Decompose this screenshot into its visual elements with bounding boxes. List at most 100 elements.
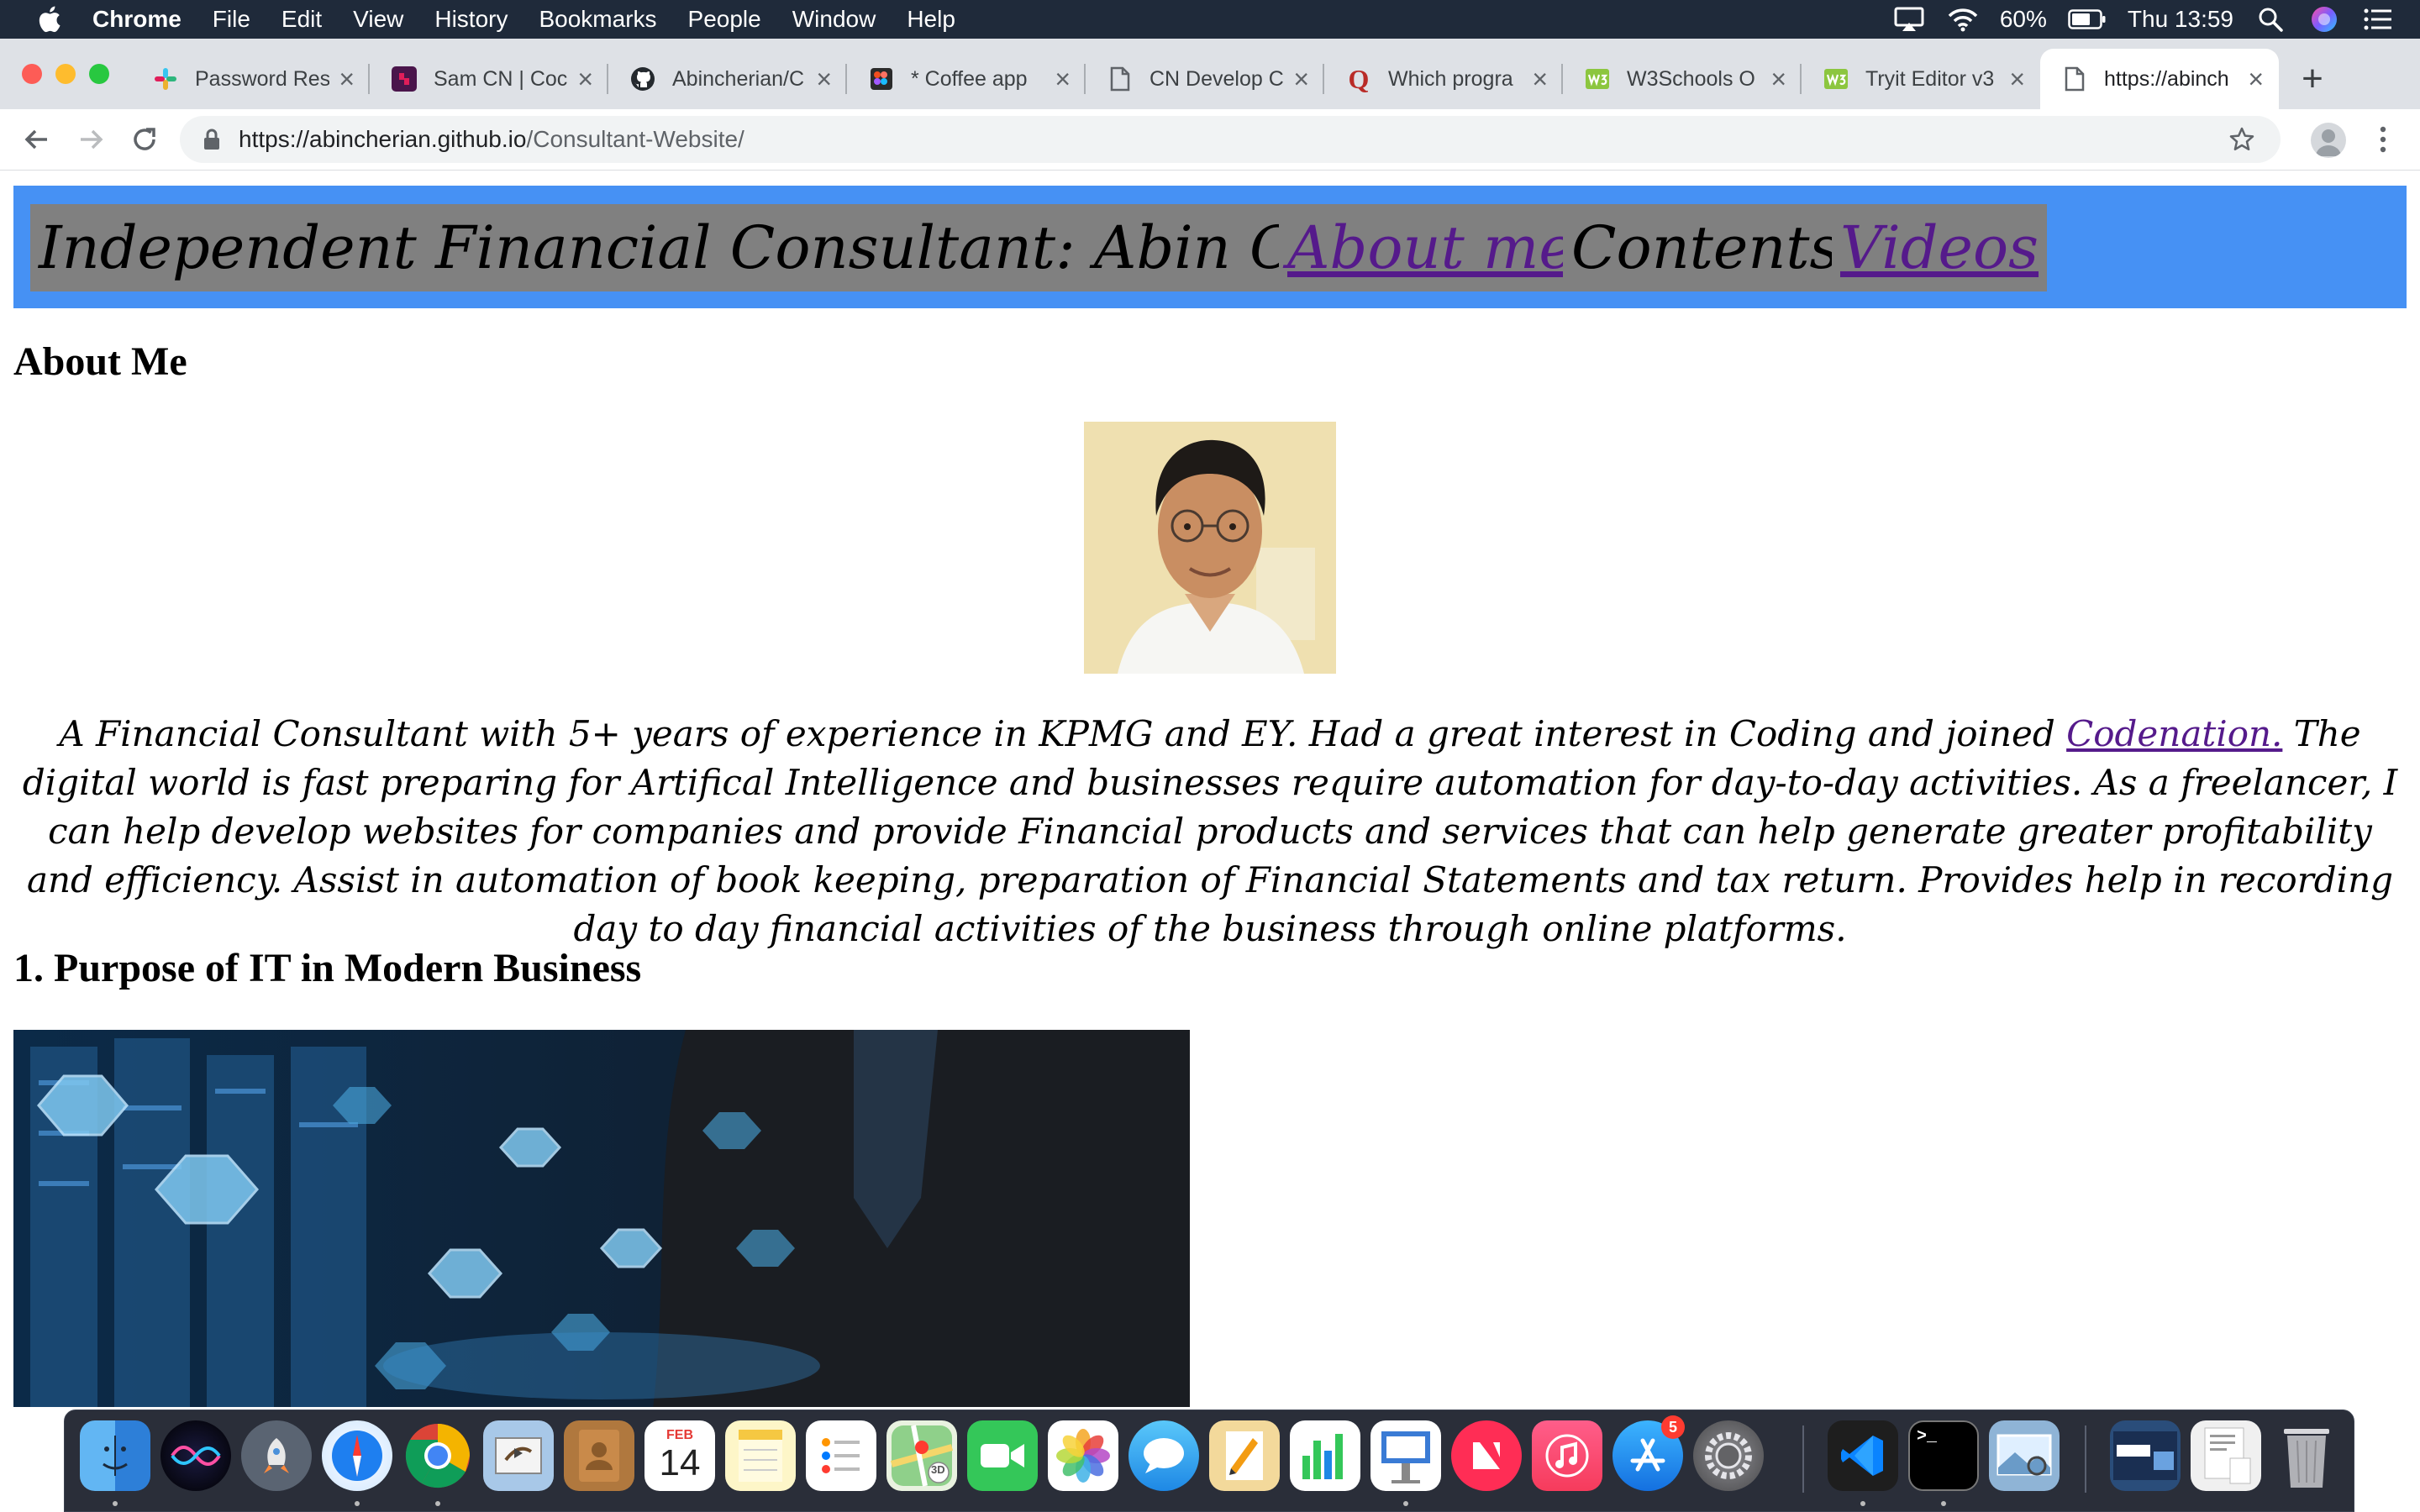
tab-w3schools[interactable]: W3Schools O × [1563, 49, 1802, 109]
menu-app-chrome[interactable]: Chrome [92, 6, 182, 33]
codenation-link[interactable]: Codenation. [2066, 713, 2282, 754]
tab-coffee-app[interactable]: * Coffee app × [847, 49, 1086, 109]
menu-view[interactable]: View [353, 6, 403, 33]
apple-menu-icon[interactable] [30, 1, 67, 38]
menu-help[interactable]: Help [907, 6, 955, 33]
slack-icon [153, 66, 178, 92]
notification-center-icon[interactable] [2361, 3, 2395, 36]
itunes-icon[interactable] [1532, 1420, 1602, 1491]
url-host: https://abincherian.github.io [239, 126, 527, 152]
nav-link-about-me[interactable]: About me [1279, 204, 1582, 291]
tab-which-programming[interactable]: Q Which progra × [1324, 49, 1563, 109]
window-zoom-button[interactable] [89, 64, 109, 84]
back-arrow-icon[interactable] [17, 119, 57, 160]
menu-history[interactable]: History [434, 6, 508, 33]
url-path: /Consultant-Website/ [526, 126, 744, 152]
close-tab-icon[interactable]: × [2248, 64, 2264, 95]
about-me-heading: About Me [13, 339, 187, 384]
profile-avatar-icon[interactable] [2311, 123, 2346, 158]
browser-toolbar: https://abincherian.github.io/Consultant… [0, 109, 2420, 171]
trash-icon[interactable] [2271, 1420, 2342, 1491]
menu-clock[interactable]: Thu 13:59 [2128, 6, 2233, 33]
menu-bookmarks[interactable]: Bookmarks [539, 6, 656, 33]
mail-icon[interactable] [483, 1420, 554, 1491]
recent-document-thumbnail[interactable] [2110, 1420, 2181, 1491]
maps-3d-badge: 3D [931, 1463, 945, 1476]
tab-sam-cn[interactable]: Sam CN | Coc × [370, 49, 608, 109]
window-close-button[interactable] [22, 64, 42, 84]
running-indicator [355, 1501, 360, 1506]
safari-icon[interactable] [322, 1420, 392, 1491]
tab-password-reset[interactable]: Password Res × [131, 49, 370, 109]
calendar-icon[interactable]: FEB 14 [644, 1420, 715, 1491]
nav-link-videos[interactable]: Videos [1832, 204, 2048, 291]
vscode-icon[interactable] [1828, 1420, 1898, 1491]
tab-github-abincherian[interactable]: Abincherian/C × [608, 49, 847, 109]
running-indicator [1941, 1501, 1946, 1506]
reload-icon[interactable] [124, 119, 165, 160]
calendar-day: 14 [659, 1442, 701, 1483]
tab-title: https://abinch [2104, 66, 2229, 91]
close-tab-icon[interactable]: × [816, 64, 832, 95]
finder-icon[interactable] [80, 1420, 150, 1491]
address-url[interactable]: https://abincherian.github.io/Consultant… [239, 126, 744, 153]
numbers-icon[interactable] [1290, 1420, 1360, 1491]
menu-file[interactable]: File [213, 6, 250, 33]
contacts-icon[interactable] [564, 1420, 634, 1491]
documents-stack-icon[interactable] [2191, 1420, 2261, 1491]
forward-arrow-icon[interactable] [71, 119, 111, 160]
launchpad-icon[interactable] [241, 1420, 312, 1491]
pages-icon[interactable] [1209, 1420, 1280, 1491]
w3schools-icon [1585, 66, 1610, 92]
close-tab-icon[interactable]: × [2009, 64, 2025, 95]
siri-icon[interactable] [2307, 3, 2341, 36]
figma-icon [869, 66, 894, 92]
close-tab-icon[interactable]: × [1293, 64, 1309, 95]
facetime-icon[interactable] [967, 1420, 1038, 1491]
preview-icon[interactable] [1989, 1420, 2060, 1491]
tab-tryit-editor[interactable]: Tryit Editor v3 × [1802, 49, 2040, 109]
battery-icon[interactable] [2067, 3, 2107, 36]
close-tab-icon[interactable]: × [339, 64, 355, 95]
new-tab-button[interactable]: + [2294, 55, 2331, 102]
close-tab-icon[interactable]: × [1055, 64, 1071, 95]
spotlight-search-icon[interactable] [2254, 3, 2287, 36]
window-minimize-button[interactable] [55, 64, 76, 84]
address-bar[interactable]: https://abincherian.github.io/Consultant… [180, 116, 2281, 163]
menu-window[interactable]: Window [792, 6, 876, 33]
siri-dock-icon[interactable] [160, 1420, 231, 1491]
close-tab-icon[interactable]: × [577, 64, 593, 95]
chrome-dock-icon[interactable] [402, 1420, 473, 1491]
airplay-icon[interactable] [1892, 3, 1926, 36]
nav-item-contents[interactable]: Contents [1563, 204, 1849, 291]
macos-dock: FEB 14 3D 5 >_ [64, 1410, 2354, 1512]
web-page-content: Independent Financial Consultant: Abin C… [0, 171, 2420, 1407]
tab-active-consultant-website[interactable]: https://abinch × [2040, 49, 2279, 109]
tab-title: * Coffee app [911, 66, 1028, 91]
reminders-icon[interactable] [806, 1420, 876, 1491]
photos-icon[interactable] [1048, 1420, 1118, 1491]
wifi-icon[interactable] [1946, 3, 1980, 36]
menu-people[interactable]: People [688, 6, 761, 33]
tab-title: Which progra [1388, 66, 1513, 91]
running-indicator [1403, 1501, 1408, 1506]
notes-icon[interactable] [725, 1420, 796, 1491]
keynote-icon[interactable] [1370, 1420, 1441, 1491]
system-preferences-icon[interactable] [1693, 1420, 1764, 1491]
news-icon[interactable] [1451, 1420, 1522, 1491]
maps-icon[interactable]: 3D [886, 1420, 957, 1491]
tab-cn-develop[interactable]: CN Develop C × [1086, 49, 1324, 109]
terminal-icon[interactable]: >_ [1908, 1420, 1979, 1491]
chrome-menu-icon[interactable] [2370, 121, 2396, 158]
app-store-icon[interactable]: 5 [1612, 1415, 1685, 1491]
macos-menu-bar: Chrome File Edit View History Bookmarks … [0, 0, 2420, 39]
messages-icon[interactable] [1128, 1420, 1199, 1491]
close-tab-icon[interactable]: × [1532, 64, 1548, 95]
w3schools-icon [1823, 66, 1849, 92]
lock-icon[interactable] [200, 128, 224, 151]
menu-edit[interactable]: Edit [281, 6, 322, 33]
bookmark-star-icon[interactable] [2228, 126, 2255, 153]
close-tab-icon[interactable]: × [1770, 64, 1786, 95]
running-indicator [113, 1501, 118, 1506]
tab-title: Tryit Editor v3 [1865, 66, 1995, 91]
